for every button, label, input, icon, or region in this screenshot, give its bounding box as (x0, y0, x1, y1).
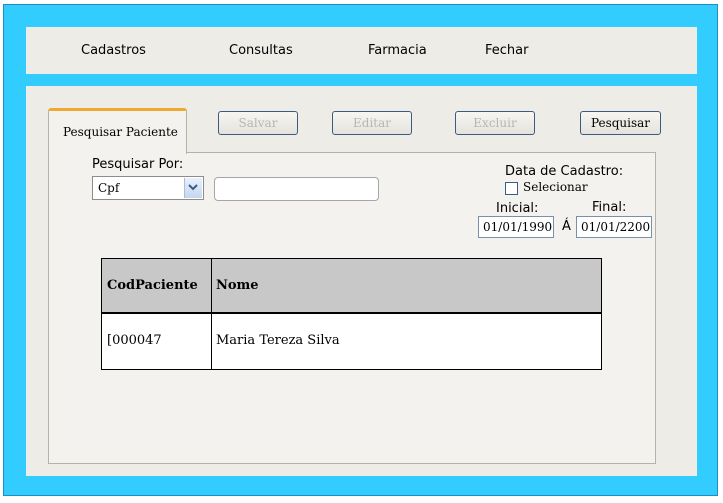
editar-button[interactable]: Editar (332, 111, 412, 135)
patients-table: CodPaciente Nome [000047 Maria Tereza Si… (101, 258, 602, 370)
selecionar-checkbox[interactable] (505, 182, 518, 195)
header-codpaciente[interactable]: CodPaciente (107, 278, 198, 293)
table-row[interactable]: [000047 Maria Tereza Silva (102, 314, 601, 369)
search-by-value: Cpf (98, 181, 120, 195)
tab-pesquisar-paciente[interactable]: Pesquisar Paciente (48, 108, 187, 154)
initial-date-label: Inicial: (496, 201, 539, 216)
menu-cadastros[interactable]: Cadastros (81, 43, 146, 58)
final-date-label: Final: (592, 200, 627, 215)
salvar-button[interactable]: Salvar (218, 111, 298, 135)
search-by-select[interactable]: Cpf (92, 176, 204, 200)
chevron-down-icon[interactable] (184, 178, 202, 198)
header-nome[interactable]: Nome (216, 278, 259, 293)
menu-fechar[interactable]: Fechar (485, 43, 528, 58)
table-header-row: CodPaciente Nome (102, 259, 601, 314)
excluir-button[interactable]: Excluir (455, 111, 535, 135)
date-filter-title: Data de Cadastro: (505, 164, 624, 179)
column-divider (211, 259, 212, 369)
menu-farmacia[interactable]: Farmacia (368, 43, 427, 58)
search-by-label: Pesquisar Por: (92, 157, 184, 172)
search-input[interactable] (214, 177, 379, 201)
cell-codpaciente: [000047 (107, 333, 162, 348)
final-date-field[interactable]: 01/01/2200 (576, 216, 652, 238)
menu-bar: Cadastros Consultas Farmacia Fechar (26, 27, 697, 74)
cell-nome: Maria Tereza Silva (216, 333, 340, 348)
date-separator: Á (562, 219, 571, 234)
initial-date-field[interactable]: 01/01/1990 (478, 216, 554, 238)
pesquisar-button[interactable]: Pesquisar (580, 111, 661, 135)
selecionar-label: Selecionar (523, 180, 588, 194)
menu-consultas[interactable]: Consultas (229, 43, 293, 58)
